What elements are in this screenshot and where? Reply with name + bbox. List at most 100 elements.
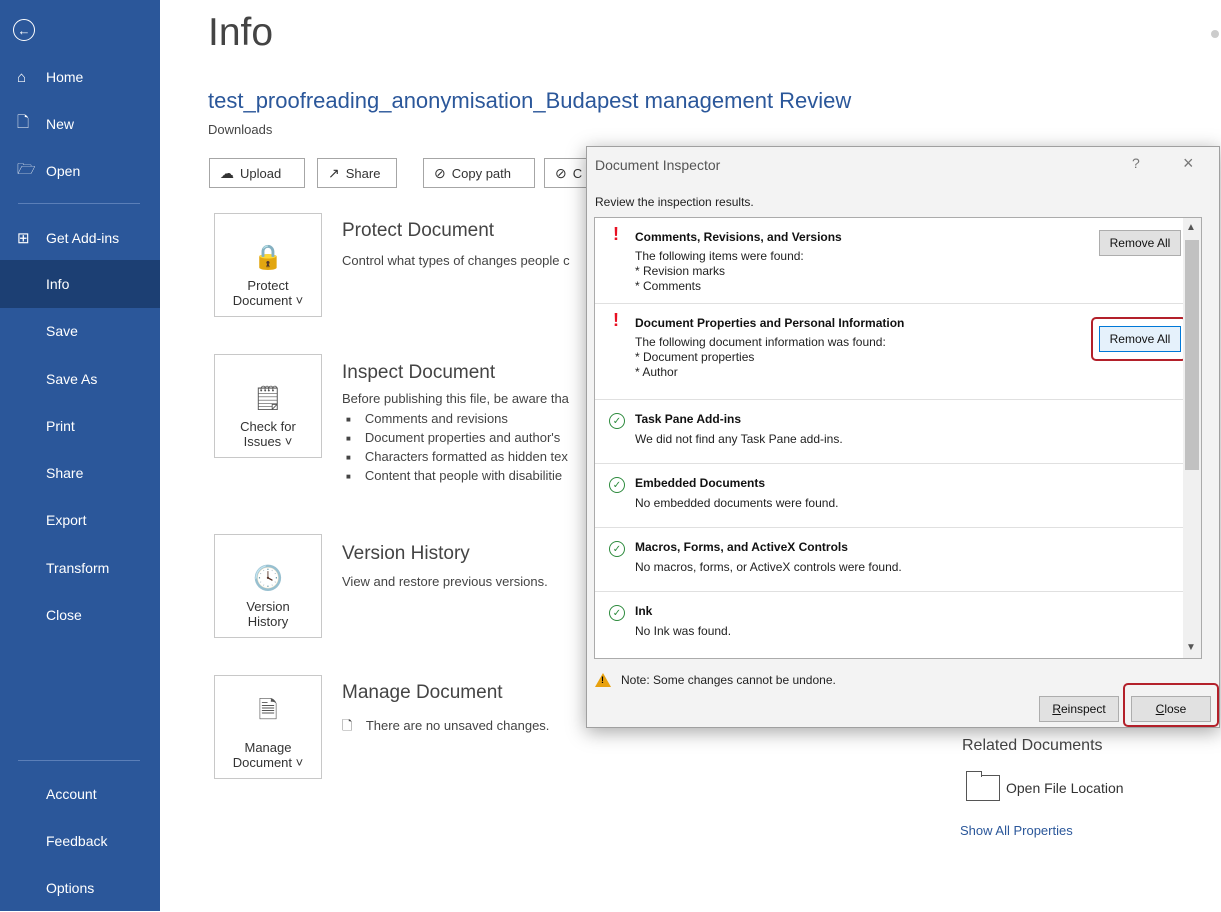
- result-line: The following items were found:: [635, 249, 804, 263]
- lock-icon: 🔒: [253, 244, 283, 271]
- new-document-icon: 🗋: [17, 113, 30, 131]
- version-history-tile[interactable]: 🕓 Version History: [214, 534, 322, 638]
- sidebar-item-save[interactable]: Save: [0, 307, 160, 355]
- dialog-close-icon[interactable]: ×: [1183, 153, 1194, 174]
- version-description: View and restore previous versions.: [342, 574, 548, 589]
- version-heading: Version History: [342, 543, 470, 564]
- remove-all-comments-button[interactable]: Remove All: [1099, 230, 1181, 256]
- document-icon: 🗋: [342, 718, 353, 733]
- no-changes-text: There are no unsaved changes.: [365, 718, 550, 733]
- sidebar-item-label: Share: [46, 465, 84, 481]
- sidebar-item-transform[interactable]: Transform: [0, 544, 160, 592]
- manage-document-tile[interactable]: 🗎 Manage Document ˅: [214, 675, 322, 779]
- sidebar-item-label: Close: [46, 607, 82, 623]
- inspect-document-icon: 🗒: [252, 385, 284, 412]
- protect-document-tile[interactable]: 🔒 Protect Document ˅: [214, 213, 322, 317]
- protect-heading: Protect Document: [342, 220, 495, 241]
- note-text: Note: Some changes cannot be undone.: [621, 673, 836, 687]
- warning-icon: !: [613, 224, 619, 244]
- sidebar-item-label: Export: [46, 512, 87, 528]
- sidebar-item-open[interactable]: 🗁 Open: [0, 147, 160, 195]
- result-line: No macros, forms, or ActiveX controls we…: [635, 560, 902, 574]
- note: Note: Some changes cannot be undone.: [595, 673, 836, 687]
- show-all-properties-link[interactable]: Show All Properties: [960, 823, 1073, 838]
- sidebar-item-info[interactable]: Info: [0, 260, 160, 308]
- sidebar-item-new[interactable]: 🗋 New: [0, 100, 160, 148]
- sidebar-item-save-as[interactable]: Save As: [0, 355, 160, 403]
- sidebar-item-print[interactable]: Print: [0, 402, 160, 450]
- sidebar-item-account[interactable]: Account: [0, 770, 160, 818]
- open-file-location-label: Open File Location: [1006, 780, 1124, 796]
- no-unsaved-changes: 🗋 There are no unsaved changes.: [342, 717, 549, 739]
- document-location[interactable]: Downloads: [208, 122, 272, 137]
- sidebar-item-options[interactable]: Options: [0, 864, 160, 912]
- reinspect-accelerator: R: [1052, 702, 1061, 716]
- reinspect-button[interactable]: Reinspect: [1039, 696, 1119, 722]
- sidebar-divider: [18, 760, 140, 761]
- check-circle-icon: ✓: [609, 605, 625, 621]
- scrollbar-thumb[interactable]: [1185, 240, 1199, 470]
- tile-label: Document ˅: [232, 293, 304, 308]
- reinspect-label: einspect: [1060, 702, 1106, 716]
- sidebar-divider: [18, 203, 140, 204]
- tile-label: Check for: [240, 419, 296, 434]
- inspect-bullet-list: Comments and revisions Document properti…: [346, 411, 568, 487]
- sidebar-item-label: Home: [46, 69, 84, 85]
- home-icon: ⌂: [17, 68, 27, 86]
- backstage-sidebar: ← ⌂ Home 🗋 New 🗁 Open ⊞ Get Add-ins Info…: [0, 0, 160, 911]
- warning-icon: !: [613, 310, 619, 330]
- result-title: Macros, Forms, and ActiveX Controls: [635, 540, 848, 554]
- result-title: Embedded Documents: [635, 476, 766, 490]
- result-details: No Ink was found.: [635, 624, 731, 639]
- sidebar-item-home[interactable]: ⌂ Home: [0, 53, 160, 101]
- chevron-up-icon[interactable]: ▲: [1186, 222, 1196, 233]
- check-circle-icon: ✓: [609, 541, 625, 557]
- result-document-properties: ! Document Properties and Personal Infor…: [595, 304, 1187, 400]
- document-inspector-dialog: Document Inspector ? × Review the inspec…: [586, 146, 1220, 728]
- share-label: Share: [345, 165, 381, 181]
- link-icon: ⊘: [434, 164, 446, 181]
- check-for-issues-tile[interactable]: 🗒 Check for Issues ˅: [214, 354, 322, 458]
- document-title: test_proofreading_anonymisation_Budapest…: [208, 88, 852, 113]
- sidebar-item-share[interactable]: Share: [0, 449, 160, 497]
- results-scrollbar[interactable]: ▲ ▼: [1183, 218, 1201, 658]
- upload-label: Upload: [240, 165, 282, 181]
- check-circle-icon: ✓: [609, 477, 625, 493]
- chevron-down-icon[interactable]: ▼: [1186, 642, 1196, 653]
- share-button[interactable]: ↗ Share: [317, 158, 397, 188]
- sidebar-item-label: Info: [46, 276, 70, 292]
- result-line: No embedded documents were found.: [635, 496, 839, 510]
- folder-open-icon: 🗁: [17, 160, 36, 178]
- result-line: * Document properties: [635, 350, 755, 364]
- open-file-location-link[interactable]: Open File Location: [966, 771, 1124, 801]
- related-documents-heading: Related Documents: [962, 737, 1103, 754]
- list-item: Comments and revisions: [346, 411, 568, 430]
- copy-path-button[interactable]: ⊘ Copy path: [423, 158, 535, 188]
- sidebar-item-export[interactable]: Export: [0, 496, 160, 544]
- copy-link-label: C: [572, 165, 583, 181]
- check-circle-icon: ✓: [609, 413, 625, 429]
- tile-label: Manage: [244, 740, 292, 755]
- result-title: Ink: [635, 604, 653, 618]
- tile-label: Version: [246, 599, 290, 614]
- sidebar-item-feedback[interactable]: Feedback: [0, 817, 160, 865]
- manage-document-icon: 🗎: [258, 697, 278, 724]
- sidebar-item-get-add-ins[interactable]: ⊞ Get Add-ins: [0, 214, 160, 262]
- sidebar-item-label: Transform: [46, 560, 110, 576]
- result-line: * Author: [635, 365, 678, 379]
- result-title: Document Properties and Personal Informa…: [635, 316, 905, 330]
- sidebar-item-label: Account: [46, 786, 97, 802]
- back-arrow-icon[interactable]: ←: [13, 19, 35, 41]
- help-button[interactable]: ?: [1132, 155, 1140, 171]
- result-line: No Ink was found.: [635, 624, 732, 638]
- highlight-box: [1091, 317, 1187, 361]
- inspection-results-list: ! Comments, Revisions, and Versions The …: [594, 217, 1202, 659]
- warning-triangle-icon: [595, 673, 611, 687]
- sidebar-item-label: Options: [46, 880, 95, 896]
- copy-path-label: Copy path: [451, 165, 511, 181]
- result-details: We did not find any Task Pane add-ins.: [635, 432, 843, 447]
- result-ink: ✓ Ink No Ink was found.: [595, 592, 1185, 658]
- tile-label: Issues ˅: [243, 434, 293, 449]
- sidebar-item-close[interactable]: Close: [0, 591, 160, 639]
- upload-button[interactable]: ☁ Upload: [209, 158, 305, 188]
